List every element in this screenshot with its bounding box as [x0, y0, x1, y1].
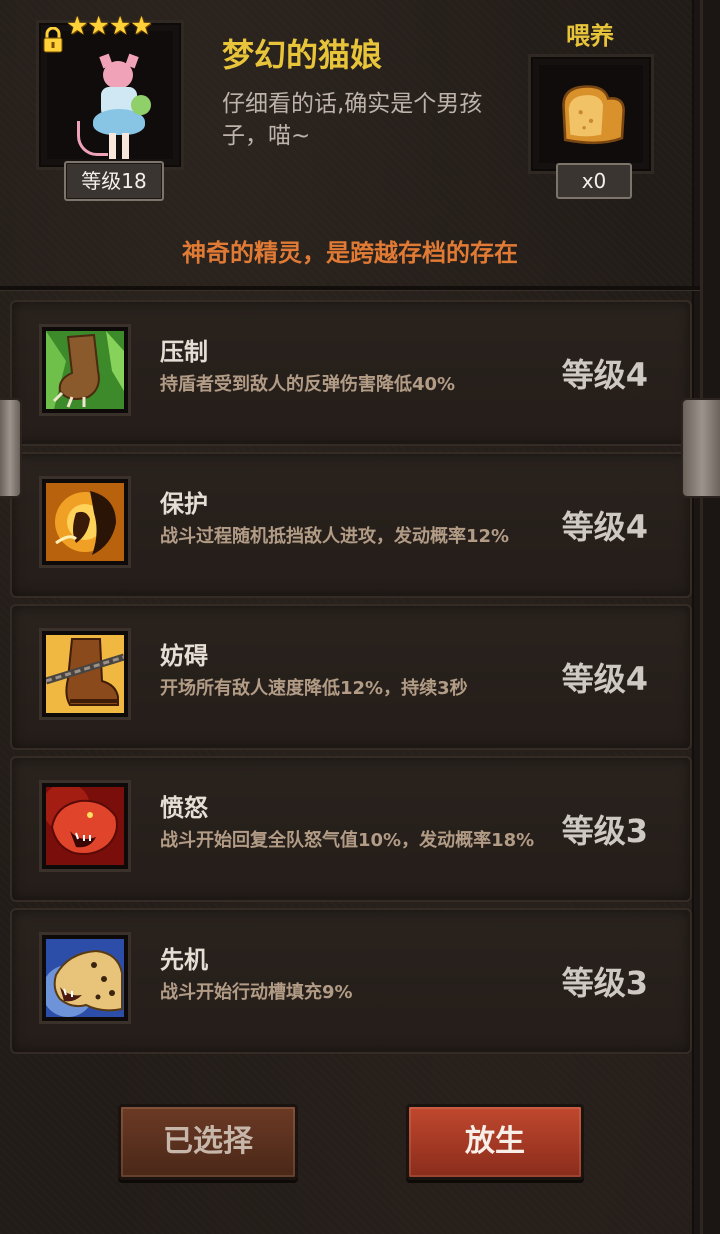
header-divider: [0, 286, 700, 291]
character-leg-left: [109, 133, 116, 159]
release-button[interactable]: 放生: [406, 1104, 584, 1180]
chained-boot-icon: [46, 635, 124, 713]
pet-name: 梦幻的猫娘: [222, 36, 383, 74]
skill-level: 等级3: [561, 964, 648, 1002]
feed-label: 喂养: [566, 22, 614, 50]
skill-name: 先机: [160, 946, 208, 974]
character-head: [103, 61, 133, 89]
skill-icon-frame: [39, 324, 131, 416]
skill-row[interactable]: 愤怒 战斗开始回复全队怒气值10%，发动概率18% 等级3: [10, 756, 692, 902]
pet-tagline: 神奇的精灵，是跨越存档的存在: [182, 239, 518, 267]
guardian-spirit-icon: [46, 483, 124, 561]
skill-name: 愤怒: [160, 794, 208, 822]
skill-name: 压制: [160, 338, 208, 366]
feed-count-badge: x0: [556, 163, 632, 199]
skill-description: 持盾者受到敌人的反弹伤害降低40%: [160, 374, 456, 395]
skill-list: 压制 持盾者受到敌人的反弹伤害降低40% 等级4 保护 战斗过程随机抵挡敌人进攻…: [10, 300, 692, 1060]
leopard-head-icon: [46, 939, 124, 1017]
character-leg-right: [122, 133, 129, 159]
lock-icon[interactable]: [42, 27, 64, 53]
feed-item-slot[interactable]: [528, 54, 654, 174]
skill-icon-frame: [39, 932, 131, 1024]
skill-icon-frame: [39, 780, 131, 872]
skill-row[interactable]: 保护 战斗过程随机抵挡敌人进攻，发动概率12% 等级4: [10, 452, 692, 598]
skill-row[interactable]: 妨碍 开场所有敌人速度降低12%，持续3秒 等级4: [10, 604, 692, 750]
left-frame-clip: [0, 400, 20, 496]
skill-level: 等级3: [561, 812, 648, 850]
skill-description: 战斗开始回复全队怒气值10%，发动概率18%: [160, 830, 535, 851]
skill-icon-frame: [39, 628, 131, 720]
skill-name: 妨碍: [160, 642, 208, 670]
skill-row[interactable]: 先机 战斗开始行动槽填充9% 等级3: [10, 908, 692, 1054]
skill-name: 保护: [160, 490, 208, 518]
pet-description: 仔细看的话,确实是个男孩子，喵~: [222, 91, 483, 149]
skill-description: 战斗过程随机抵挡敌人进攻，发动概率12%: [160, 526, 510, 547]
skill-icon-frame: [39, 476, 131, 568]
skill-level: 等级4: [561, 356, 648, 394]
pet-header: ★★★★ 等级18 梦幻的猫娘 仔细看的话,确实是个男孩子，喵~ 喂养 x0 神…: [0, 0, 700, 291]
roaring-panther-icon: [46, 787, 124, 865]
paw-claw-icon: [46, 331, 124, 409]
skill-description: 战斗开始行动槽填充9%: [160, 982, 353, 1003]
star-rating: ★★★★: [66, 11, 153, 40]
right-frame-clip: [683, 400, 720, 496]
bread-icon: [562, 85, 625, 145]
skill-level: 等级4: [561, 508, 648, 546]
skill-description: 开场所有敌人速度降低12%，持续3秒: [160, 678, 468, 699]
character-plush-toy: [131, 95, 151, 115]
selected-button[interactable]: 已选择: [118, 1104, 298, 1180]
pet-level-badge: 等级18: [64, 161, 164, 201]
skill-level: 等级4: [561, 660, 648, 698]
skill-row[interactable]: 压制 持盾者受到敌人的反弹伤害降低40% 等级4: [10, 300, 692, 446]
